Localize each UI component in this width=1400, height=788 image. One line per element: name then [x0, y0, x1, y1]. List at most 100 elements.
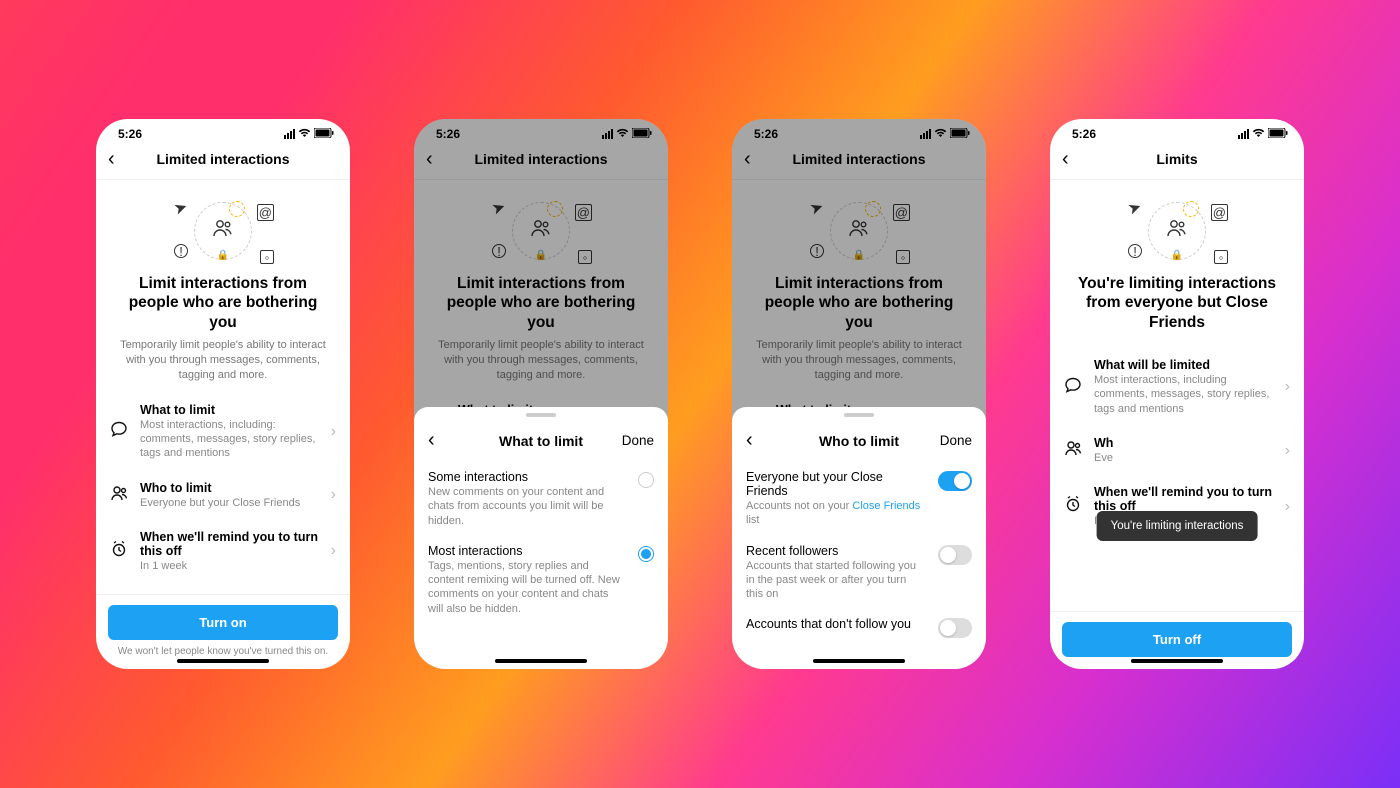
- chevron-right-icon: ›: [1285, 442, 1290, 460]
- toggle-switch[interactable]: [938, 471, 972, 491]
- person-icon: [1064, 439, 1082, 462]
- settings-list: What will be limited Most interactions, …: [1050, 348, 1304, 611]
- chevron-right-icon: ›: [331, 542, 336, 560]
- turn-off-button[interactable]: Turn off: [1062, 622, 1292, 657]
- sheet-grabber[interactable]: [844, 413, 874, 417]
- person-icon: [110, 484, 128, 507]
- option-sub: Tags, mentions, story replies and conten…: [428, 559, 626, 616]
- people-icon: [1166, 219, 1188, 243]
- people-icon: [212, 219, 234, 243]
- hero-graphic: ➤ @ ! ◦ 🔒: [1070, 198, 1284, 264]
- status-bar: 5:26: [1050, 119, 1304, 139]
- phone-screen-1: 5:26 ‹ Limited interactions ➤ @ ! ◦ 🔒: [96, 119, 350, 669]
- row-sub: Eve: [1094, 451, 1273, 465]
- option-non-followers[interactable]: Accounts that don't follow you: [732, 609, 986, 646]
- row-reminder[interactable]: When we'll remind you to turn this off I…: [96, 520, 350, 583]
- done-button[interactable]: Done: [622, 433, 654, 448]
- back-icon[interactable]: ‹: [426, 149, 433, 169]
- header-title: Limits: [1050, 151, 1304, 167]
- bottom-sheet-what-to-limit: ‹ What to limit Done Some interactions N…: [414, 407, 668, 669]
- row-title: Wh: [1094, 436, 1273, 450]
- phone-screen-3: 5:26 ‹ Limited interactions ➤ @ ! ◦ 🔒 Li…: [732, 119, 986, 669]
- row-what-limited[interactable]: What will be limited Most interactions, …: [1050, 348, 1304, 426]
- option-most-interactions[interactable]: Most interactions Tags, mentions, story …: [414, 536, 668, 624]
- at-icon: @: [257, 204, 274, 221]
- paper-plane-icon: ➤: [1125, 196, 1144, 219]
- phone-screen-4: 5:26 ‹ Limits ➤ @ ! ◦ 🔒 You're limiting …: [1050, 119, 1304, 669]
- row-who-limited[interactable]: Wh Eve ›: [1050, 426, 1304, 475]
- radio-button[interactable]: [638, 472, 654, 488]
- toggle-switch[interactable]: [938, 545, 972, 565]
- bottom-sheet-who-to-limit: ‹ Who to limit Done Everyone but your Cl…: [732, 407, 986, 669]
- chevron-right-icon: ›: [331, 423, 336, 441]
- chat-icon: [1064, 376, 1082, 399]
- hero-title: Limit interactions from people who are b…: [116, 274, 330, 332]
- hero-title: You're limiting interactions from everyo…: [1070, 274, 1284, 332]
- row-who-to-limit[interactable]: Who to limit Everyone but your Close Fri…: [96, 471, 350, 520]
- chevron-right-icon: ›: [1285, 378, 1290, 396]
- footer: Turn on We won't let people know you've …: [96, 594, 350, 669]
- sheet-grabber[interactable]: [526, 413, 556, 417]
- alert-icon: !: [174, 244, 188, 258]
- circle-graphic: 🔒: [194, 202, 252, 260]
- back-icon[interactable]: ‹: [108, 149, 115, 169]
- option-close-friends[interactable]: Everyone but your Close Friends Accounts…: [732, 462, 986, 536]
- row-title: What to limit: [140, 403, 319, 417]
- option-sub: Accounts that started following you in t…: [746, 559, 926, 602]
- row-title: When we'll remind you to turn this off: [1094, 485, 1273, 513]
- option-recent-followers[interactable]: Recent followers Accounts that started f…: [732, 536, 986, 610]
- alert-icon: !: [1128, 244, 1142, 258]
- at-icon: @: [1211, 204, 1228, 221]
- row-sub: Most interactions, including comments, m…: [1094, 373, 1273, 416]
- radio-button[interactable]: [638, 546, 654, 562]
- sheet-back-icon[interactable]: ‹: [428, 429, 435, 452]
- row-sub: Everyone but your Close Friends: [140, 496, 319, 510]
- phone-screen-2: 5:26 ‹ Limited interactions ➤ @ ! ◦ 🔒 Li…: [414, 119, 668, 669]
- clock-icon: [110, 540, 128, 563]
- header-title: Limited interactions: [96, 151, 350, 167]
- home-indicator: [177, 659, 269, 663]
- option-title: Some interactions: [428, 470, 626, 484]
- settings-list: What to limit Most interactions, includi…: [96, 393, 350, 594]
- option-some-interactions[interactable]: Some interactions New comments on your c…: [414, 462, 668, 536]
- lock-icon: 🔒: [1171, 250, 1183, 261]
- paper-plane-icon: ➤: [171, 196, 190, 219]
- option-title: Accounts that don't follow you: [746, 617, 926, 631]
- row-sub: Most interactions, including: comments, …: [140, 418, 319, 461]
- sheet-header: ‹ Who to limit Done: [732, 423, 986, 462]
- option-title: Recent followers: [746, 544, 926, 558]
- row-title: What will be limited: [1094, 358, 1273, 372]
- signal-icon: [1238, 129, 1249, 139]
- back-icon[interactable]: ‹: [1062, 149, 1069, 169]
- circle-graphic: 🔒: [1148, 202, 1206, 260]
- option-title: Everyone but your Close Friends: [746, 470, 926, 498]
- home-indicator: [495, 659, 587, 663]
- row-title: Who to limit: [140, 481, 319, 495]
- hero-subtitle: Temporarily limit people's ability to in…: [116, 338, 330, 383]
- hero-area: ➤ @ ! ◦ 🔒 You're limiting interactions f…: [1050, 180, 1304, 348]
- tag-frame-icon: ◦: [260, 250, 274, 264]
- sheet-header: ‹ What to limit Done: [414, 423, 668, 462]
- sheet-back-icon[interactable]: ‹: [746, 429, 753, 452]
- row-what-to-limit[interactable]: What to limit Most interactions, includi…: [96, 393, 350, 471]
- home-indicator: [1131, 659, 1223, 663]
- option-sub: New comments on your content and chats f…: [428, 485, 626, 528]
- hero-area: ➤ @ ! ◦ 🔒 Limit interactions from people…: [96, 180, 350, 393]
- done-button[interactable]: Done: [940, 433, 972, 448]
- chat-icon: [110, 420, 128, 443]
- back-icon[interactable]: ‹: [744, 149, 751, 169]
- chevron-right-icon: ›: [1285, 498, 1290, 516]
- row-sub: In 1 week: [140, 559, 319, 573]
- close-friends-link[interactable]: Close Friends: [852, 500, 920, 512]
- chevron-right-icon: ›: [331, 486, 336, 504]
- hero-graphic: ➤ @ ! ◦ 🔒: [116, 198, 330, 264]
- row-title: When we'll remind you to turn this off: [140, 530, 319, 558]
- tag-frame-icon: ◦: [1214, 250, 1228, 264]
- clock-icon: [1064, 495, 1082, 518]
- toast-notification: You're limiting interactions: [1097, 511, 1258, 541]
- turn-on-button[interactable]: Turn on: [108, 605, 338, 640]
- toggle-switch[interactable]: [938, 618, 972, 638]
- option-title: Most interactions: [428, 544, 626, 558]
- home-indicator: [813, 659, 905, 663]
- lock-icon: 🔒: [217, 250, 229, 261]
